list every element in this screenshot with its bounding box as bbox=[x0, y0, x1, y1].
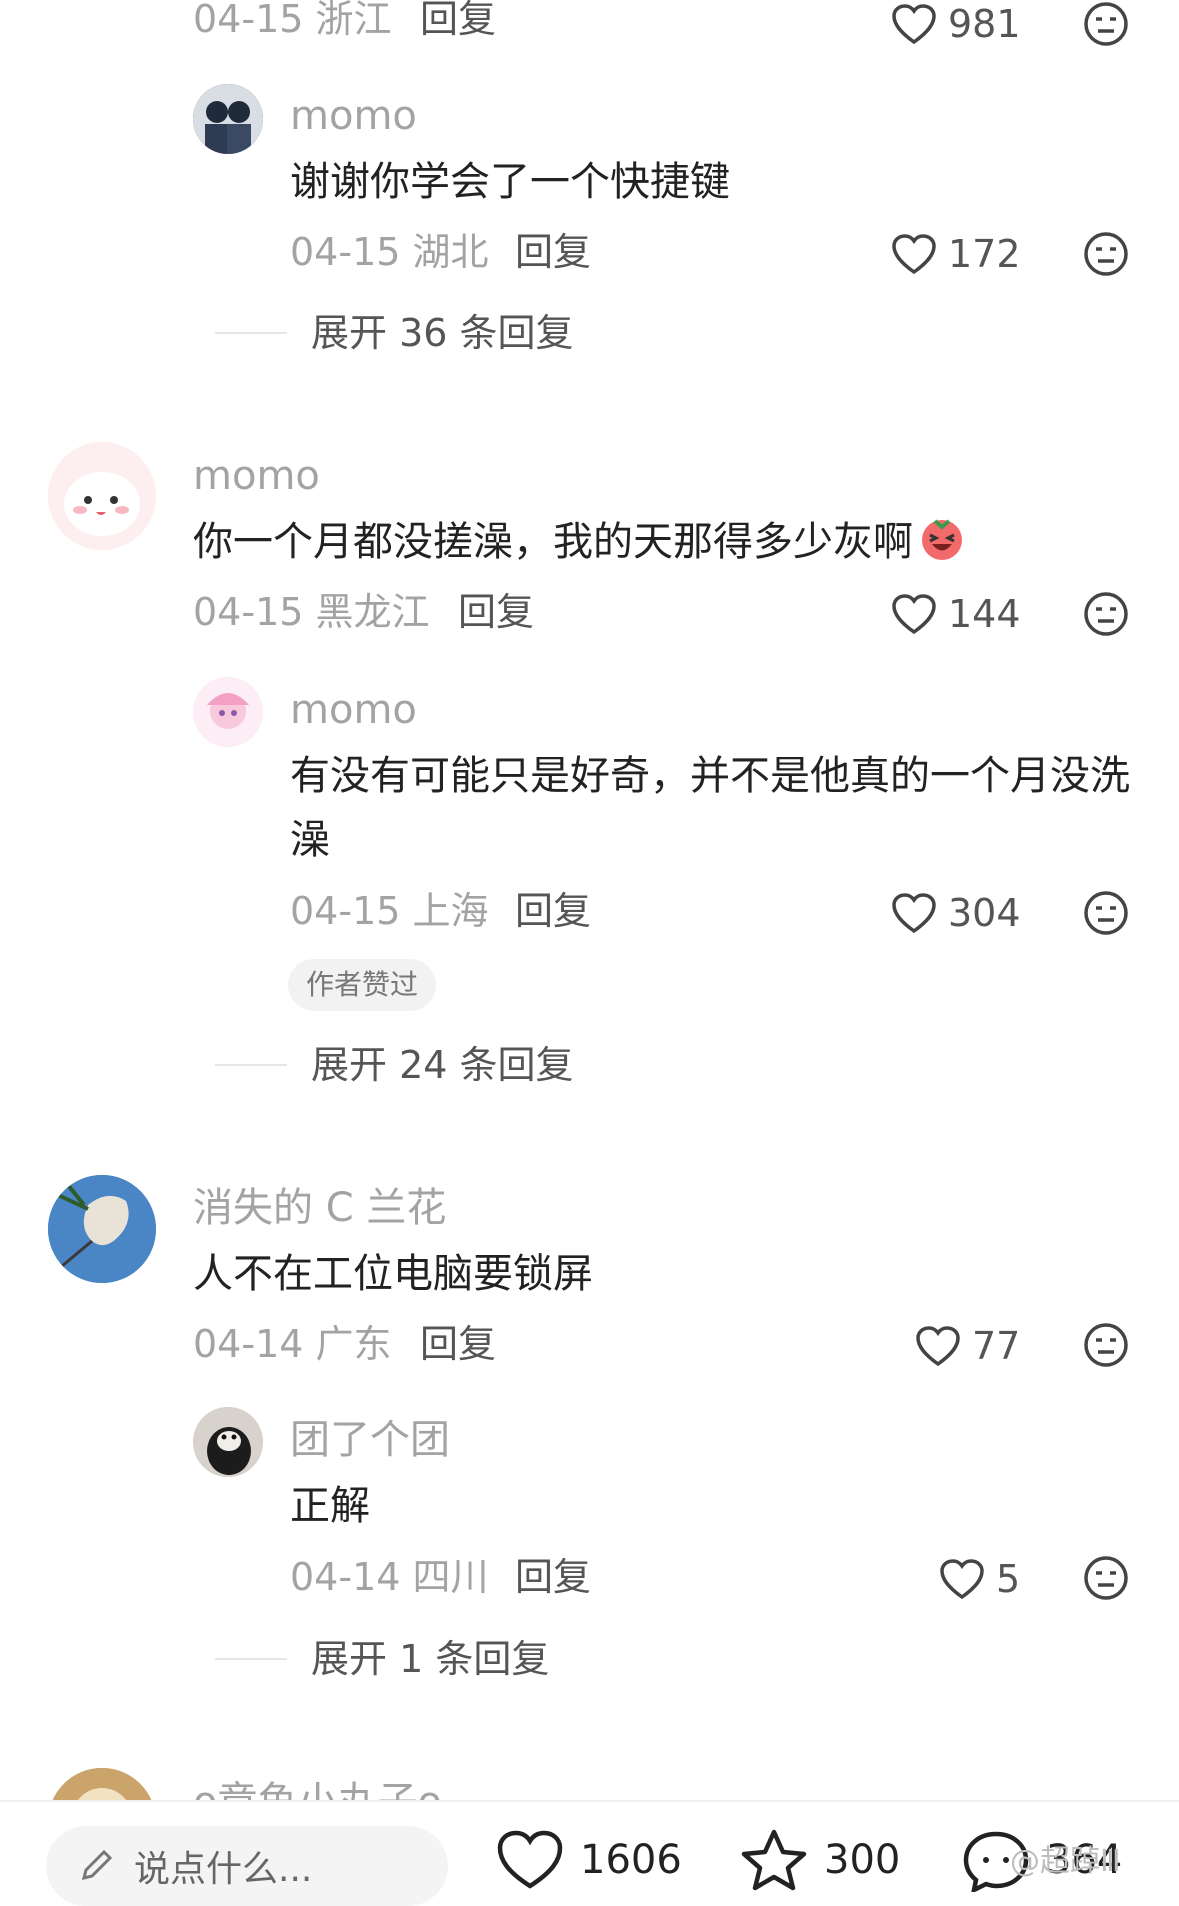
comment-text: 人不在工位电脑要锁屏 bbox=[193, 1251, 593, 1297]
expand-label: 展开 24 条回复 bbox=[311, 1043, 574, 1087]
comment-text: 正解 bbox=[290, 1483, 370, 1529]
like-button[interactable]: 304 bbox=[890, 891, 1021, 935]
comment-meta: 04-15 浙江 bbox=[193, 0, 392, 41]
heart-icon bbox=[892, 4, 936, 45]
neutral-face-icon[interactable] bbox=[1082, 1554, 1130, 1602]
like-count: 5 bbox=[996, 1557, 1021, 1601]
like-total: 1606 bbox=[580, 1837, 682, 1883]
divider bbox=[215, 332, 287, 334]
comment-meta: 04-15 黑龙江 bbox=[193, 590, 430, 634]
avatar[interactable] bbox=[193, 84, 263, 154]
heart-icon bbox=[892, 234, 936, 275]
avatar[interactable] bbox=[48, 1175, 156, 1283]
divider bbox=[215, 1658, 287, 1660]
heart-icon bbox=[892, 594, 936, 635]
pencil-icon bbox=[81, 1849, 113, 1881]
comment-meta: 04-14 广东 bbox=[193, 1322, 392, 1366]
comment-meta: 04-15 上海 bbox=[290, 889, 489, 933]
favorite-total: 300 bbox=[824, 1837, 901, 1883]
avatar[interactable] bbox=[193, 1407, 263, 1477]
username[interactable]: momo bbox=[290, 690, 417, 730]
comment-text-content: 你一个月都没搓澡，我的天那得多少灰啊 bbox=[193, 519, 913, 565]
expand-label: 展开 1 条回复 bbox=[311, 1637, 550, 1681]
like-count: 77 bbox=[972, 1324, 1021, 1368]
laughing-emoji-icon bbox=[922, 519, 962, 560]
heart-icon bbox=[497, 1830, 563, 1889]
watermark: @超踔Ⅲ bbox=[1010, 1844, 1121, 1879]
divider bbox=[215, 1064, 287, 1066]
neutral-face-icon[interactable] bbox=[1082, 590, 1130, 638]
like-button[interactable]: 981 bbox=[890, 2, 1021, 46]
reply-button[interactable]: 回复 bbox=[515, 892, 591, 930]
like-stat-button[interactable]: 1606 bbox=[494, 1828, 682, 1892]
expand-label: 展开 36 条回复 bbox=[311, 311, 574, 355]
like-count: 981 bbox=[948, 2, 1021, 46]
username[interactable]: momo bbox=[193, 456, 320, 496]
neutral-face-icon[interactable] bbox=[1082, 0, 1130, 48]
comment-text: 谢谢你学会了一个快捷键 bbox=[290, 159, 730, 205]
expand-replies[interactable]: 展开 36 条回复 bbox=[215, 314, 574, 352]
bottom-action-bar: 说点什么... 1606 300 364 bbox=[0, 1800, 1179, 1906]
comment-text: 你一个月都没搓澡，我的天那得多少灰啊 bbox=[193, 510, 967, 574]
reply-button[interactable]: 回复 bbox=[458, 593, 534, 631]
comment-meta: 04-15 湖北 bbox=[290, 230, 489, 274]
avatar[interactable] bbox=[48, 442, 156, 550]
neutral-face-icon[interactable] bbox=[1082, 889, 1130, 937]
heart-icon bbox=[940, 1559, 984, 1600]
star-icon bbox=[741, 1829, 807, 1891]
like-count: 144 bbox=[948, 592, 1021, 636]
reply-button[interactable]: 回复 bbox=[515, 233, 591, 271]
reply-button[interactable]: 回复 bbox=[515, 1558, 591, 1596]
neutral-face-icon[interactable] bbox=[1082, 1321, 1130, 1369]
comment-meta: 04-14 四川 bbox=[290, 1555, 489, 1599]
username[interactable]: 消失的 C 兰花 bbox=[193, 1188, 446, 1228]
input-placeholder: 说点什么... bbox=[134, 1849, 313, 1890]
username[interactable]: momo bbox=[290, 96, 417, 136]
like-count: 304 bbox=[948, 891, 1021, 935]
reply-button[interactable]: 回复 bbox=[420, 0, 496, 38]
neutral-face-icon[interactable] bbox=[1082, 230, 1130, 278]
username[interactable]: 团了个团 bbox=[290, 1420, 450, 1460]
like-button[interactable]: 172 bbox=[890, 232, 1021, 276]
reply-button[interactable]: 回复 bbox=[420, 1325, 496, 1363]
like-button[interactable]: 144 bbox=[890, 592, 1021, 636]
like-button[interactable]: 77 bbox=[914, 1324, 1020, 1368]
comment-input[interactable]: 说点什么... bbox=[46, 1826, 448, 1906]
expand-replies[interactable]: 展开 24 条回复 bbox=[215, 1046, 574, 1084]
like-button[interactable]: 5 bbox=[938, 1557, 1020, 1601]
heart-icon bbox=[892, 893, 936, 934]
heart-icon bbox=[916, 1326, 960, 1367]
comment-text: 有没有可能只是好奇，并不是他真的一个月没洗澡 bbox=[290, 753, 1130, 863]
expand-replies[interactable]: 展开 1 条回复 bbox=[215, 1640, 549, 1678]
like-count: 172 bbox=[948, 232, 1021, 276]
author-liked-badge: 作者赞过 bbox=[288, 959, 437, 1011]
avatar[interactable] bbox=[193, 677, 263, 747]
favorite-stat-button[interactable]: 300 bbox=[738, 1828, 900, 1892]
